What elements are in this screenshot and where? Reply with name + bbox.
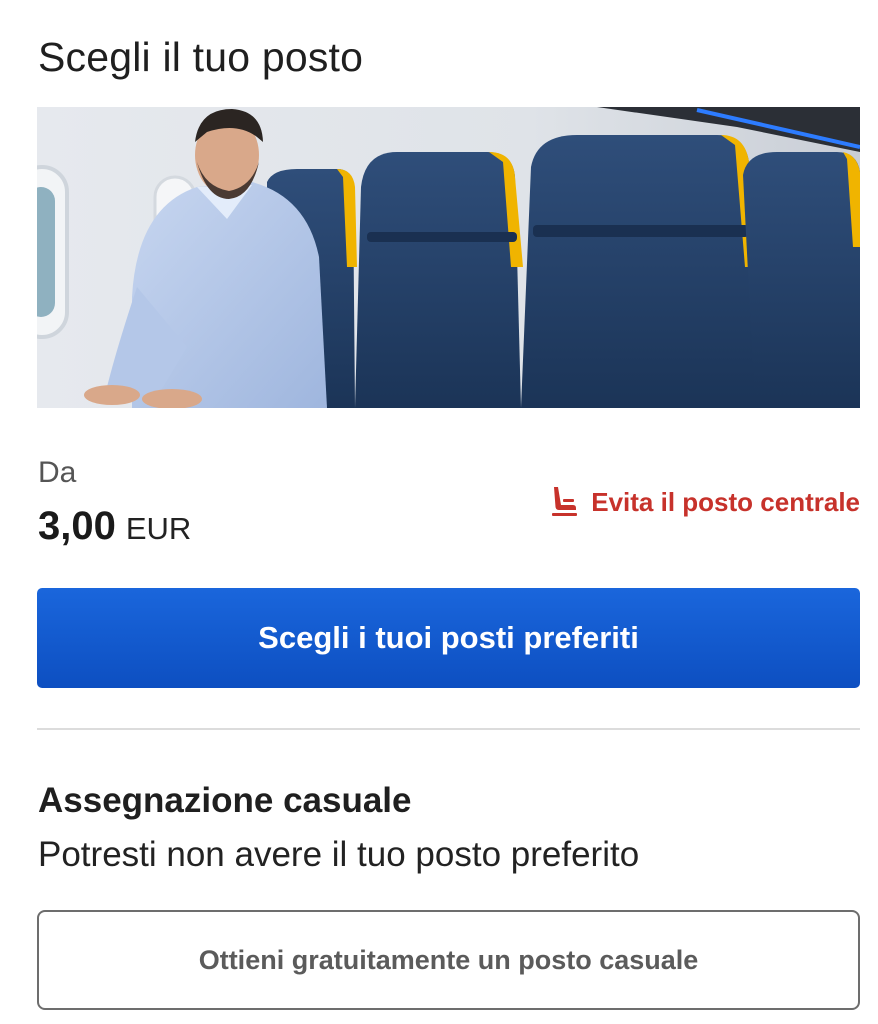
seat-icon <box>549 485 579 519</box>
divider <box>37 728 860 730</box>
price-value: 3,00 <box>38 504 116 548</box>
price-block: Da 3,00 EUR <box>38 456 191 549</box>
page-title: Scegli il tuo posto <box>38 34 364 80</box>
seat-selection-page: Scegli il tuo posto Da 3,00 EUR Evita il… <box>0 0 878 1024</box>
price-from-label: Da <box>38 456 77 489</box>
seat-photo <box>37 107 860 408</box>
price-currency: EUR <box>125 511 192 546</box>
get-random-seat-button[interactable]: Ottieni gratuitamente un posto casuale <box>37 910 860 1010</box>
price-line: 3,00 EUR <box>38 504 191 549</box>
choose-preferred-seats-button[interactable]: Scegli i tuoi posti preferiti <box>37 588 860 688</box>
avoid-middle-seat-label: Evita il posto centrale <box>591 486 860 517</box>
random-assignment-title: Assegnazione casuale <box>38 781 412 820</box>
random-assignment-description: Potresti non avere il tuo posto preferit… <box>38 835 640 874</box>
avoid-middle-seat-note: Evita il posto centrale <box>549 485 860 519</box>
